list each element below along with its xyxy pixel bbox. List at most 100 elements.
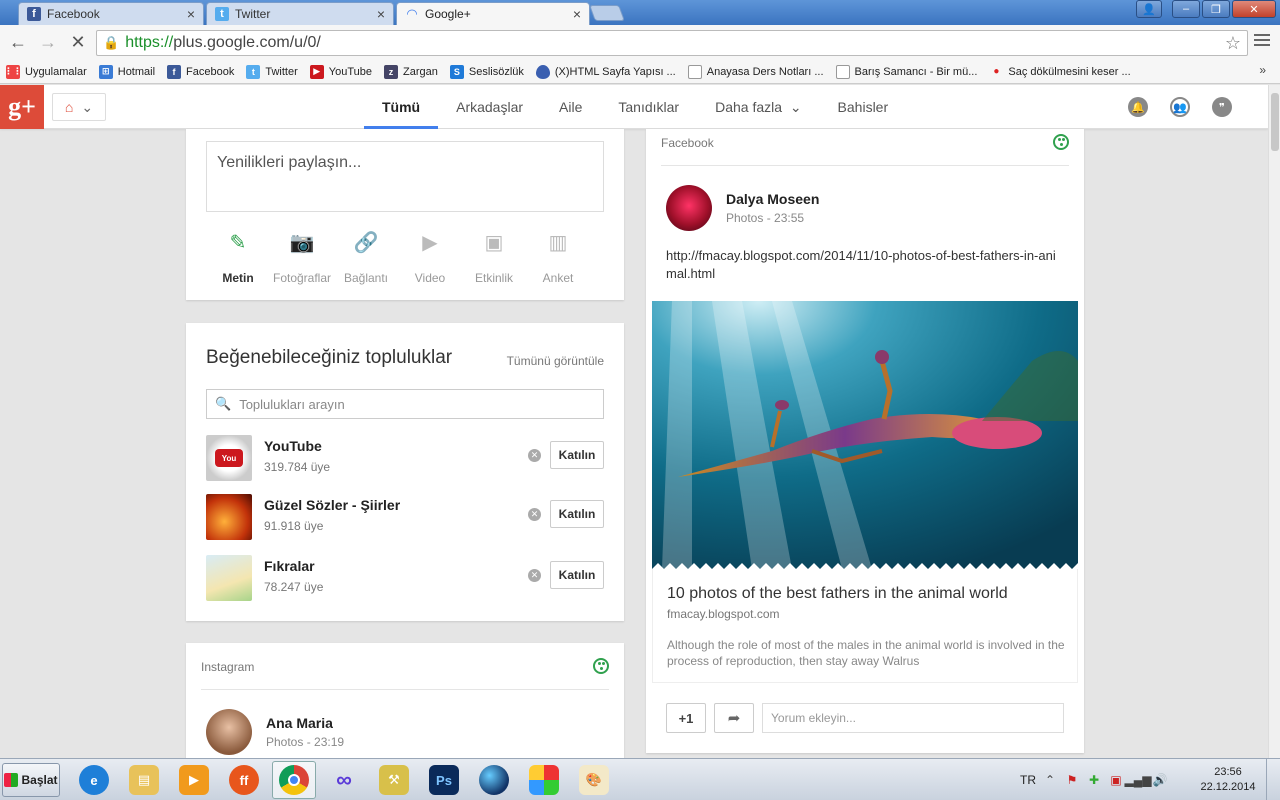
post-link-text[interactable]: http://fmacay.blogspot.com/2014/11/10-ph… bbox=[666, 247, 1066, 283]
tab-family[interactable]: Aile bbox=[541, 85, 600, 129]
join-button[interactable]: Katılın bbox=[550, 441, 604, 469]
address-bar[interactable]: 🔒 https:// plus.google.com/u/0/ ☆ bbox=[96, 30, 1248, 56]
tab-twitter[interactable]: t Twitter × bbox=[206, 2, 394, 25]
chrome-icon[interactable] bbox=[272, 761, 316, 799]
share-text-button[interactable]: ✎ Metin bbox=[206, 229, 270, 286]
share-video-button[interactable]: ▶ Video bbox=[398, 229, 462, 286]
guzel-sozler-community-thumb[interactable] bbox=[206, 494, 252, 540]
network-tool-icon[interactable]: ⚒ bbox=[372, 761, 416, 799]
show-desktop-button[interactable] bbox=[1266, 759, 1280, 800]
page-scrollbar[interactable] bbox=[1268, 85, 1280, 758]
bookmark-seslisozluk[interactable]: S Seslisözlük bbox=[449, 64, 524, 79]
colorful-app-icon[interactable] bbox=[522, 761, 566, 799]
share-input[interactable]: Yenilikleri paylaşın... bbox=[206, 141, 604, 212]
fikralar-community-thumb[interactable] bbox=[206, 555, 252, 601]
bookmark-zargan[interactable]: z Zargan bbox=[384, 64, 438, 79]
bookmarks-overflow-icon[interactable]: » bbox=[1259, 63, 1266, 77]
link-icon: 🔗 bbox=[353, 231, 379, 254]
bookmark-youtube[interactable]: ▶ YouTube bbox=[309, 64, 372, 79]
bookmark-star-icon[interactable]: ☆ bbox=[1225, 33, 1241, 54]
close-tab-icon[interactable]: × bbox=[377, 6, 385, 22]
bookmark-anayasa[interactable]: Anayasa Ders Notları ... bbox=[687, 64, 824, 79]
flag-alert-icon[interactable]: ⚑ bbox=[1064, 772, 1080, 788]
join-button[interactable]: Katılın bbox=[550, 500, 604, 528]
share-photos-button[interactable]: 📷 Fotoğraflar bbox=[270, 229, 334, 286]
google-earth-icon[interactable] bbox=[472, 761, 516, 799]
share-link-button[interactable]: 🔗 Bağlantı bbox=[334, 229, 398, 286]
dismiss-icon[interactable]: ✕ bbox=[528, 508, 541, 521]
join-button[interactable]: Katılın bbox=[550, 561, 604, 589]
post-author[interactable]: Ana Maria bbox=[266, 715, 333, 731]
youtube-community-thumb[interactable]: You bbox=[206, 435, 252, 481]
close-tab-icon[interactable]: × bbox=[187, 6, 195, 22]
post-meta[interactable]: Photos - 23:55 bbox=[726, 211, 804, 225]
dismiss-icon[interactable]: ✕ bbox=[528, 449, 541, 462]
link-preview[interactable]: 10 photos of the best fathers in the ani… bbox=[652, 569, 1078, 683]
security-icon[interactable]: ✚ bbox=[1086, 772, 1102, 788]
back-arrow-icon[interactable]: ← bbox=[6, 31, 30, 55]
paint-icon[interactable]: 🎨 bbox=[572, 761, 616, 799]
tray-expand-icon[interactable]: ⌃ bbox=[1042, 772, 1058, 788]
share-event-button[interactable]: ▣ Etkinlik bbox=[462, 229, 526, 286]
tab-more[interactable]: Daha fazla ⌄ bbox=[697, 85, 819, 129]
chrome-menu-icon[interactable] bbox=[1254, 31, 1270, 47]
firefox-icon[interactable]: ff bbox=[222, 761, 266, 799]
people-icon[interactable]: 👥 bbox=[1170, 97, 1190, 117]
start-button[interactable]: Başlat bbox=[2, 763, 60, 797]
bookmark-apps[interactable]: ⋮⋮ Uygulamalar bbox=[4, 64, 87, 79]
view-all-link[interactable]: Tümünü görüntüle bbox=[507, 354, 604, 368]
tab-friends[interactable]: Arkadaşlar bbox=[438, 85, 541, 129]
tab-acquaintances[interactable]: Tanıdıklar bbox=[600, 85, 697, 129]
bookmark-hotmail[interactable]: ⊞ Hotmail bbox=[98, 64, 155, 79]
gplus-logo[interactable]: g+ bbox=[0, 85, 44, 129]
new-tab-button[interactable] bbox=[589, 5, 625, 21]
tray-app-icon[interactable]: ▣ bbox=[1108, 772, 1124, 788]
forward-arrow-icon[interactable]: → bbox=[36, 31, 60, 55]
share-arrow-icon[interactable]: ➦ bbox=[714, 703, 754, 733]
stop-loading-icon[interactable]: ✕ bbox=[66, 31, 90, 55]
tab-google-plus[interactable]: ◠ Google+ × bbox=[396, 2, 590, 25]
bookmark-baris[interactable]: Barış Samancı - Bir mü... bbox=[835, 64, 977, 79]
link-title[interactable]: 10 photos of the best fathers in the ani… bbox=[667, 585, 1008, 603]
volume-icon[interactable]: 🔊 bbox=[1152, 772, 1168, 788]
share-poll-button[interactable]: ▥ Anket bbox=[526, 229, 590, 286]
community-name[interactable]: Fıkralar bbox=[264, 558, 315, 574]
infinity-app-icon[interactable]: ∞ bbox=[322, 761, 366, 799]
communities-search-input[interactable]: 🔍 Toplulukları arayın bbox=[206, 389, 604, 419]
tab-bets[interactable]: Bahisler bbox=[820, 85, 907, 129]
language-indicator[interactable]: TR bbox=[1020, 773, 1036, 787]
hangouts-icon[interactable]: ❞ bbox=[1212, 97, 1232, 117]
close-window-button[interactable]: ✕ bbox=[1232, 0, 1276, 18]
tab-all[interactable]: Tümü bbox=[364, 85, 439, 129]
file-explorer-icon[interactable]: ▤ bbox=[122, 761, 166, 799]
tab-facebook[interactable]: f Facebook × bbox=[18, 2, 204, 25]
user-profile-icon[interactable]: 👤 bbox=[1136, 0, 1162, 18]
network-signal-icon[interactable]: ▂▄▆ bbox=[1125, 772, 1152, 788]
apps-grid-icon: ⋮⋮ bbox=[4, 64, 22, 79]
post-image[interactable] bbox=[652, 301, 1078, 569]
photoshop-icon[interactable]: Ps bbox=[422, 761, 466, 799]
notifications-bell-icon[interactable]: 🔔 bbox=[1128, 97, 1148, 117]
system-clock[interactable]: 23:56 22.12.2014 bbox=[1196, 765, 1260, 795]
minimize-button[interactable]: – bbox=[1172, 0, 1200, 18]
bookmark-sac[interactable]: ● Saç dökülmesini keser ... bbox=[989, 65, 1130, 79]
community-name[interactable]: Güzel Sözler - Şiirler bbox=[264, 497, 400, 513]
scrollbar-thumb[interactable] bbox=[1271, 93, 1279, 151]
bookmark-xhtml[interactable]: (X)HTML Sayfa Yapısı ... bbox=[535, 64, 676, 79]
close-tab-icon[interactable]: × bbox=[573, 6, 581, 22]
home-menu-button[interactable]: ⌂ ⌄ bbox=[52, 93, 106, 121]
internet-explorer-icon[interactable]: e bbox=[72, 761, 116, 799]
plus-one-button[interactable]: +1 bbox=[666, 703, 706, 733]
restore-button[interactable]: ❐ bbox=[1202, 0, 1230, 18]
bookmark-facebook[interactable]: f Facebook bbox=[167, 64, 234, 79]
community-name[interactable]: YouTube bbox=[264, 438, 322, 454]
media-player-icon[interactable]: ▶ bbox=[172, 761, 216, 799]
bookmark-twitter[interactable]: t Twitter bbox=[246, 64, 298, 79]
avatar[interactable] bbox=[206, 709, 252, 755]
dismiss-icon[interactable]: ✕ bbox=[528, 569, 541, 582]
avatar[interactable] bbox=[666, 185, 712, 231]
link-description: Although the role of most of the males i… bbox=[667, 638, 1065, 668]
comment-input[interactable]: Yorum ekleyin... bbox=[762, 703, 1064, 733]
post-author[interactable]: Dalya Moseen bbox=[726, 191, 819, 207]
post-meta[interactable]: Photos - 23:19 bbox=[266, 735, 344, 749]
